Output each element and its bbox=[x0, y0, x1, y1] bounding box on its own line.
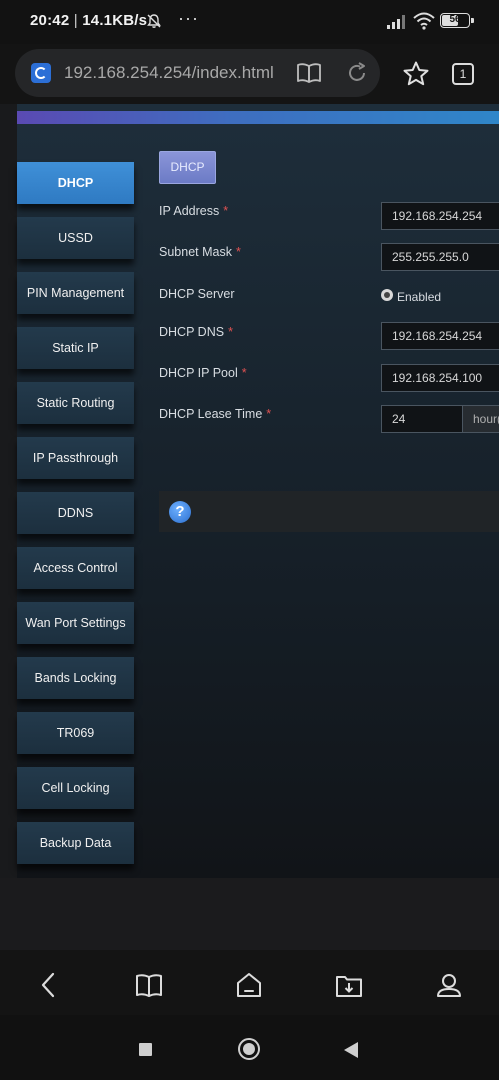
status-separator: | bbox=[73, 12, 78, 29]
downloads-icon[interactable] bbox=[334, 970, 364, 1000]
sidebar-item-dhcp[interactable]: DHCP bbox=[17, 162, 134, 204]
status-time: 20:42 bbox=[30, 12, 70, 29]
signal-icon bbox=[387, 15, 405, 29]
battery-percent: 56 bbox=[449, 14, 461, 25]
header-band bbox=[17, 111, 499, 124]
dhcp-server-label: DHCP Server bbox=[159, 287, 235, 301]
reader-mode-icon[interactable] bbox=[296, 61, 322, 85]
sidebar-item-ddns[interactable]: DDNS bbox=[17, 492, 134, 534]
web-content: DHCP USSD PIN Management Static IP Stati… bbox=[0, 104, 499, 950]
sidebar-item-access-control[interactable]: Access Control bbox=[17, 547, 134, 589]
ip-address-input[interactable]: 192.168.254.254 bbox=[381, 202, 499, 230]
sidebar-item-ip-passthrough[interactable]: IP Passthrough bbox=[17, 437, 134, 479]
recent-apps-icon[interactable] bbox=[139, 1043, 152, 1056]
sidebar-item-static-ip[interactable]: Static IP bbox=[17, 327, 134, 369]
required-mark: * bbox=[266, 407, 272, 421]
tab-count: 1 bbox=[459, 67, 467, 81]
subnet-mask-label: Subnet Mask * bbox=[159, 245, 241, 259]
sidebar-item-backup-data[interactable]: Backup Data bbox=[17, 822, 134, 864]
status-more: ··· bbox=[178, 8, 199, 28]
sidebar-item-pin-management[interactable]: PIN Management bbox=[17, 272, 134, 314]
status-bar: 20:42 | 14.1KB/s ··· 56 bbox=[0, 0, 499, 44]
required-mark: * bbox=[235, 245, 241, 259]
sidebar-item-cell-locking[interactable]: Cell Locking bbox=[17, 767, 134, 809]
back-arrow-icon[interactable] bbox=[34, 970, 64, 1000]
ip-address-label-text: IP Address bbox=[159, 204, 220, 218]
dhcp-ip-pool-label-text: DHCP IP Pool bbox=[159, 366, 238, 380]
system-back-icon[interactable] bbox=[344, 1042, 358, 1058]
sidebar-item-ussd[interactable]: USSD bbox=[17, 217, 134, 259]
dhcp-dns-label-text: DHCP DNS bbox=[159, 325, 225, 339]
status-time-speed: 20:42 | 14.1KB/s bbox=[30, 12, 147, 29]
reload-icon[interactable] bbox=[345, 61, 369, 85]
bookmarks-icon[interactable] bbox=[134, 970, 164, 1000]
dhcp-ip-pool-input[interactable]: 192.168.254.100 bbox=[381, 364, 499, 392]
tab-dhcp[interactable]: DHCP bbox=[159, 151, 216, 184]
router-panel: DHCP USSD PIN Management Static IP Stati… bbox=[17, 104, 499, 878]
subnet-mask-label-text: Subnet Mask bbox=[159, 245, 232, 259]
lease-time-unit: hour( bbox=[462, 405, 499, 433]
dhcp-dns-input[interactable]: 192.168.254.254 bbox=[381, 322, 499, 350]
page-bottom-area bbox=[0, 878, 499, 950]
home-icon[interactable] bbox=[234, 970, 264, 1000]
battery-icon: 56 bbox=[440, 13, 470, 28]
dhcp-dns-label: DHCP DNS * bbox=[159, 325, 233, 339]
wifi-icon bbox=[413, 12, 435, 30]
bell-off-icon bbox=[147, 14, 161, 28]
required-mark: * bbox=[223, 204, 229, 218]
site-icon bbox=[31, 63, 51, 83]
help-icon[interactable]: ? bbox=[169, 501, 191, 523]
dhcp-ip-pool-label: DHCP IP Pool * bbox=[159, 366, 247, 380]
dhcp-server-enabled-label[interactable]: Enabled bbox=[397, 290, 441, 304]
profile-icon[interactable] bbox=[434, 970, 464, 1000]
battery-tip bbox=[471, 18, 474, 23]
dhcp-lease-time-label-text: DHCP Lease Time bbox=[159, 407, 263, 421]
sidebar-item-tr069[interactable]: TR069 bbox=[17, 712, 134, 754]
sidebar-item-bands-locking[interactable]: Bands Locking bbox=[17, 657, 134, 699]
required-mark: * bbox=[228, 325, 233, 339]
system-nav-bar bbox=[0, 1015, 499, 1080]
help-bar: ? bbox=[159, 491, 499, 532]
system-home-icon[interactable] bbox=[238, 1038, 260, 1060]
browser-bottom-nav bbox=[0, 950, 499, 1015]
ip-address-label: IP Address * bbox=[159, 204, 228, 218]
dhcp-server-enabled-radio[interactable] bbox=[381, 289, 393, 301]
sidebar-item-static-routing[interactable]: Static Routing bbox=[17, 382, 134, 424]
sidebar-item-wan-port-settings[interactable]: Wan Port Settings bbox=[17, 602, 134, 644]
dhcp-lease-time-label: DHCP Lease Time * bbox=[159, 407, 271, 421]
star-icon[interactable] bbox=[402, 60, 430, 88]
network-speed: 14.1KB/s bbox=[82, 12, 148, 29]
browser-toolbar: 192.168.254.254/index.html 1 bbox=[0, 44, 499, 104]
dhcp-lease-time-input[interactable]: 24 bbox=[381, 405, 463, 433]
subnet-mask-input[interactable]: 255.255.255.0 bbox=[381, 243, 499, 271]
required-mark: * bbox=[241, 366, 247, 380]
url-text[interactable]: 192.168.254.254/index.html bbox=[64, 63, 289, 83]
tabs-icon[interactable]: 1 bbox=[452, 63, 474, 85]
address-bar[interactable]: 192.168.254.254/index.html bbox=[15, 49, 380, 97]
